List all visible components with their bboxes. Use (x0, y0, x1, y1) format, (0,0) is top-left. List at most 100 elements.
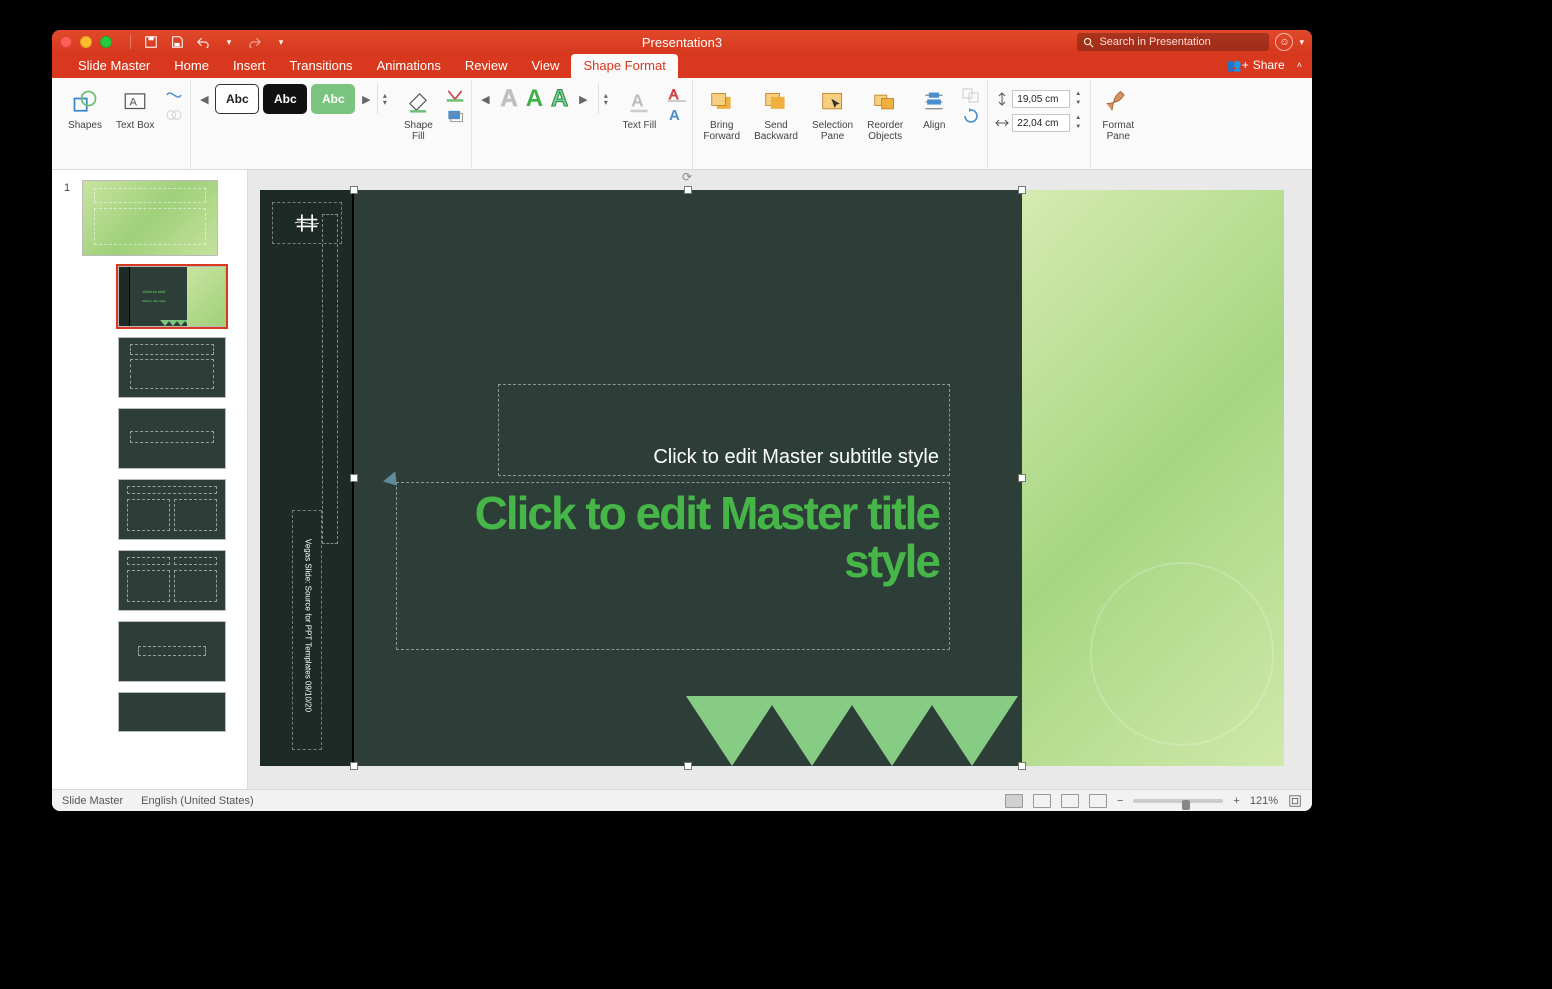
master-thumbnail[interactable]: 1 (82, 180, 218, 256)
footer-placeholder[interactable]: Vegas Slide: Source for PPT Templates 09… (292, 510, 322, 750)
height-stepper[interactable]: ▲▼ (1072, 90, 1084, 108)
shape-height-input[interactable]: 19,05 cm (1012, 90, 1070, 108)
tab-shape-format[interactable]: Shape Format (571, 54, 677, 78)
resize-handle-mr[interactable] (1018, 474, 1026, 482)
paint-bucket-icon (405, 89, 431, 115)
subtitle-placeholder[interactable]: Click to edit Master subtitle style (498, 384, 950, 476)
app-window: ▾ ▾ Presentation3 Search in Presentation… (52, 30, 1312, 811)
text-outline-button[interactable]: A (666, 86, 686, 104)
autosave-button[interactable] (141, 33, 161, 51)
slideshow-view-button[interactable] (1089, 794, 1107, 808)
reorder-objects-button[interactable]: Reorder Objects (863, 84, 907, 144)
wordart-style-1[interactable]: A (500, 85, 517, 113)
wordart-gallery-more[interactable]: ▴▾ (598, 84, 612, 114)
send-backward-button[interactable]: Send Backward (750, 84, 802, 144)
sorter-view-button[interactable] (1033, 794, 1051, 808)
ribbon-options-dropdown[interactable]: ˄ (1297, 60, 1302, 70)
shape-width-input[interactable]: 22,04 cm (1012, 114, 1070, 132)
wordart-gallery-next[interactable]: ▶ (576, 93, 590, 106)
layout-thumbnail-4[interactable] (118, 479, 226, 540)
merge-shapes-button[interactable] (164, 106, 184, 124)
shape-style-2[interactable]: Abc (263, 84, 307, 114)
account-button[interactable]: ☺ (1275, 33, 1293, 51)
redo-button[interactable] (245, 33, 265, 51)
shape-style-1[interactable]: Abc (215, 84, 259, 114)
zoom-window-button[interactable] (100, 36, 112, 48)
layout-thumbnail-5[interactable] (118, 550, 226, 611)
account-dropdown[interactable]: ▾ (1299, 37, 1304, 48)
resize-handle-bl[interactable] (350, 762, 358, 770)
layout-thumbnail-1[interactable]: Click to edit Master title style (118, 266, 226, 327)
selection-pane-button[interactable]: Selection Pane (808, 84, 857, 144)
undo-button[interactable] (193, 33, 213, 51)
save-button[interactable] (167, 33, 187, 51)
shape-outline-button[interactable] (445, 86, 465, 104)
slide-sidebar: Vegas Slide: Source for PPT Templates 09… (260, 190, 354, 766)
group-button[interactable] (961, 86, 981, 104)
undo-dropdown[interactable]: ▾ (219, 33, 239, 51)
align-button[interactable]: Align (913, 84, 955, 133)
style-gallery-next[interactable]: ▶ (359, 93, 373, 106)
layout-thumbnail-3[interactable] (118, 408, 226, 469)
number-placeholder[interactable] (322, 214, 338, 544)
search-icon (1083, 37, 1094, 48)
shape-effects-button[interactable] (445, 106, 465, 124)
tab-home[interactable]: Home (162, 54, 221, 78)
shape-fill-button[interactable]: Shape Fill (397, 84, 439, 144)
width-stepper[interactable]: ▲▼ (1072, 114, 1084, 132)
share-button[interactable]: Share (1253, 58, 1285, 72)
layout-thumbnail-6[interactable] (118, 621, 226, 682)
resize-handle-tr[interactable] (1018, 186, 1026, 194)
thumbnail-panel[interactable]: 1 Click to edit Master title style (52, 170, 248, 789)
status-language[interactable]: English (United States) (141, 795, 254, 807)
shapes-button[interactable]: Shapes (64, 84, 106, 133)
tab-insert[interactable]: Insert (221, 54, 278, 78)
selection-pane-icon (819, 90, 847, 114)
resize-handle-ml[interactable] (350, 474, 358, 482)
tab-animations[interactable]: Animations (365, 54, 453, 78)
resize-handle-tm[interactable] (684, 186, 692, 194)
search-input[interactable]: Search in Presentation (1077, 33, 1269, 51)
wordart-style-2[interactable]: A (526, 85, 543, 113)
tab-view[interactable]: View (520, 54, 572, 78)
rotation-handle[interactable]: ⟳ (682, 170, 694, 182)
resize-handle-br[interactable] (1018, 762, 1026, 770)
group-wordart-styles: ◀ A A A ▶ ▴▾ A Text Fill A A (472, 80, 693, 169)
svg-text:A: A (669, 107, 680, 123)
zoom-in-button[interactable]: + (1233, 795, 1239, 807)
bring-forward-button[interactable]: Bring Forward (699, 84, 744, 144)
fit-to-window-button[interactable] (1288, 794, 1302, 808)
share-icon: 👥+ (1227, 58, 1249, 72)
slide-canvas[interactable]: Vegas Slide: Source for PPT Templates 09… (248, 170, 1312, 789)
rotate-button[interactable] (961, 106, 981, 124)
wordart-style-3[interactable]: A (551, 85, 568, 113)
minimize-window-button[interactable] (80, 36, 92, 48)
status-view-label: Slide Master (62, 795, 123, 807)
text-effects-button[interactable]: A (666, 106, 686, 124)
resize-handle-tl[interactable] (350, 186, 358, 194)
text-fill-button[interactable]: A Text Fill (618, 84, 660, 133)
text-box-button[interactable]: A Text Box (112, 84, 158, 133)
zoom-level[interactable]: 121% (1250, 795, 1278, 807)
format-pane-button[interactable]: Format Pane (1097, 84, 1139, 144)
layout-thumbnail-7[interactable] (118, 692, 226, 753)
edit-shape-button[interactable] (164, 86, 184, 104)
qat-customize-dropdown[interactable]: ▾ (271, 33, 291, 51)
close-window-button[interactable] (60, 36, 72, 48)
bring-forward-icon (708, 90, 736, 114)
shape-style-3[interactable]: Abc (311, 84, 355, 114)
zoom-slider[interactable] (1133, 799, 1223, 803)
tab-slide-master[interactable]: Slide Master (66, 54, 162, 78)
reading-view-button[interactable] (1061, 794, 1079, 808)
tab-review[interactable]: Review (453, 54, 520, 78)
group-size: 19,05 cm ▲▼ 22,04 cm ▲▼ (988, 80, 1091, 169)
zoom-out-button[interactable]: − (1117, 795, 1123, 807)
selected-picture-shape[interactable]: ⟳ (354, 190, 1022, 766)
layout-thumbnail-2[interactable] (118, 337, 226, 398)
style-gallery-more[interactable]: ▴▾ (377, 84, 391, 114)
tab-transitions[interactable]: Transitions (277, 54, 364, 78)
wordart-gallery-prev[interactable]: ◀ (478, 93, 492, 106)
normal-view-button[interactable] (1005, 794, 1023, 808)
work-area: 1 Click to edit Master title style (52, 170, 1312, 789)
style-gallery-prev[interactable]: ◀ (197, 93, 211, 106)
